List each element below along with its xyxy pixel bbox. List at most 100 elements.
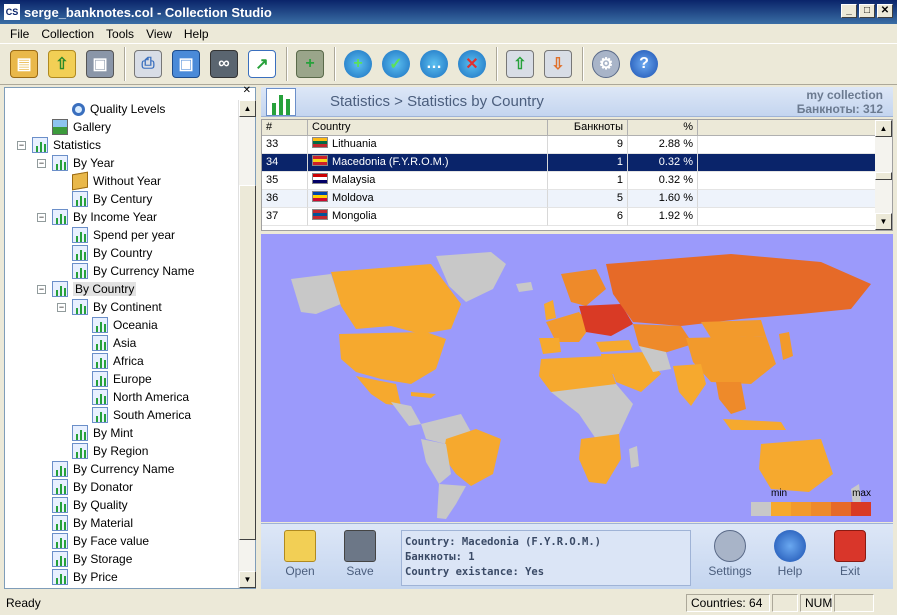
tree-item[interactable]: By Face value — [37, 532, 149, 550]
tree-item[interactable]: − By Country — [37, 280, 137, 298]
tree-expander-icon[interactable]: − — [17, 140, 26, 150]
map-iceland — [516, 282, 533, 292]
tree-item[interactable]: Gallery — [37, 118, 111, 136]
table-row[interactable]: 35 Malaysia 1 0.32 % — [262, 172, 878, 190]
tree-item[interactable]: South America — [77, 406, 191, 424]
statistics-icon — [32, 137, 48, 153]
tree-item[interactable]: Quality Levels — [57, 100, 165, 118]
tree-expander-icon[interactable]: − — [57, 302, 66, 312]
tree-item[interactable]: By Mint — [57, 424, 133, 442]
scroll-up-arrow-icon[interactable]: ▲ — [875, 120, 892, 137]
exit-action-label: Exit — [839, 564, 860, 578]
statistics-icon — [72, 425, 88, 441]
tree-item[interactable]: − Statistics — [17, 136, 101, 154]
table-row[interactable]: 37 Mongolia 6 1.92 % — [262, 208, 878, 226]
scroll-down-arrow-icon[interactable]: ▼ — [875, 213, 892, 230]
menu-file[interactable]: File — [4, 27, 35, 41]
scrollbar-thumb[interactable] — [239, 185, 256, 540]
column-header-count[interactable]: Банкноты — [548, 120, 628, 136]
menu-help[interactable]: Help — [178, 27, 215, 41]
save-button[interactable]: ▣ — [82, 46, 118, 82]
globe-delete-button[interactable]: ✕ — [454, 46, 490, 82]
save-as-button[interactable]: ▣ — [168, 46, 204, 82]
menu-view[interactable]: View — [140, 27, 178, 41]
column-header-country[interactable]: Country — [308, 120, 548, 136]
table-row[interactable]: 33 Lithuania 9 2.88 % — [262, 136, 878, 154]
cell-percent: 0.32 % — [628, 154, 698, 172]
print-button[interactable]: ⎙ — [130, 46, 166, 82]
country-name: Lithuania — [332, 138, 377, 150]
download-button[interactable]: ⇩ — [540, 46, 576, 82]
tree-item[interactable]: Europe — [77, 370, 152, 388]
upload-button[interactable]: ⇧ — [502, 46, 538, 82]
help-button[interactable]: ? — [626, 46, 662, 82]
tree-item[interactable]: By Quality — [37, 496, 128, 514]
tree-expander-icon[interactable]: − — [37, 284, 46, 294]
tree-item[interactable]: By Country — [57, 244, 152, 262]
column-header-percent[interactable]: % — [628, 120, 698, 136]
column-header-number[interactable]: # — [262, 120, 308, 136]
country-flag-icon — [312, 209, 328, 220]
minimize-button[interactable]: _ — [841, 4, 857, 18]
exit-icon — [834, 530, 866, 562]
tree-item[interactable]: Spend per year — [57, 226, 175, 244]
help-action-button[interactable]: Help — [765, 530, 815, 578]
save-action-label: Save — [346, 564, 374, 578]
table-row[interactable]: 36 Moldova 5 1.60 % — [262, 190, 878, 208]
tree-close-icon[interactable]: ✕ — [243, 85, 251, 96]
tree-item[interactable]: By Material — [37, 514, 133, 532]
globe-comment-button[interactable]: … — [416, 46, 452, 82]
statistics-icon — [52, 209, 68, 225]
add-item-icon: + — [296, 50, 324, 78]
statistics-icon — [52, 281, 68, 297]
statistics-button[interactable]: ↗ — [244, 46, 280, 82]
cell-filler — [698, 172, 878, 190]
table-scrollbar[interactable]: ▲ ▼ — [875, 120, 892, 230]
search-button[interactable]: ∞ — [206, 46, 242, 82]
settings-button[interactable]: ⚙ — [588, 46, 624, 82]
tree-item[interactable]: − By Continent — [57, 298, 162, 316]
open-action-button[interactable]: Open — [275, 530, 325, 578]
scroll-down-arrow-icon[interactable]: ▼ — [239, 571, 256, 588]
tree-item[interactable]: Without Year — [57, 171, 161, 191]
scroll-up-arrow-icon[interactable]: ▲ — [239, 100, 256, 117]
save-action-button[interactable]: Save — [335, 530, 385, 578]
tree-item[interactable]: Africa — [77, 352, 144, 370]
tree-item[interactable]: North America — [77, 388, 189, 406]
globe-check-button[interactable]: ✓ — [378, 46, 414, 82]
menu-collection[interactable]: Collection — [35, 27, 100, 41]
tree-item[interactable]: By Currency Name — [57, 262, 194, 280]
tree-item-label: Oceania — [113, 318, 158, 332]
save-as-icon: ▣ — [172, 50, 200, 78]
tree-item-label: By Year — [73, 156, 115, 170]
world-map[interactable]: min max — [261, 234, 893, 522]
open-collection-button[interactable]: ▤ — [6, 46, 42, 82]
menu-tools[interactable]: Tools — [100, 27, 140, 41]
maximize-button[interactable]: □ — [859, 4, 875, 18]
tree-item[interactable]: By Price — [37, 568, 118, 586]
status-empty-cell — [772, 594, 798, 612]
exit-action-button[interactable]: Exit — [825, 530, 875, 578]
tree-item[interactable]: By Region — [57, 442, 148, 460]
tree-item[interactable]: Asia — [77, 334, 136, 352]
open-folder-icon — [284, 530, 316, 562]
tree-item[interactable]: By Currency Name — [37, 460, 174, 478]
country-name: Macedonia (F.Y.R.O.M.) — [332, 156, 449, 168]
table-row[interactable]: 34 Macedonia (F.Y.R.O.M.) 1 0.32 % — [262, 154, 878, 172]
close-button[interactable]: ✕ — [877, 4, 893, 18]
tree-item[interactable]: By Storage — [37, 550, 132, 568]
tree-item[interactable]: − By Income Year — [37, 208, 157, 226]
tree-item[interactable]: Oceania — [77, 316, 158, 334]
open-folder-button[interactable]: ⇧ — [44, 46, 80, 82]
tree-scrollbar[interactable]: ▲ ▼ — [238, 100, 256, 588]
globe-add-button[interactable]: + — [340, 46, 376, 82]
tree-item[interactable]: − By Year — [37, 154, 114, 172]
tree-item[interactable]: By Donator — [37, 478, 133, 496]
map-mongolia — [701, 320, 766, 338]
tree-expander-icon[interactable]: − — [37, 158, 46, 168]
tree-expander-icon[interactable]: − — [37, 212, 46, 222]
scrollbar-thumb[interactable] — [875, 172, 892, 180]
tree-item[interactable]: By Century — [57, 190, 152, 208]
settings-action-button[interactable]: Settings — [705, 530, 755, 578]
add-item-button[interactable]: + — [292, 46, 328, 82]
